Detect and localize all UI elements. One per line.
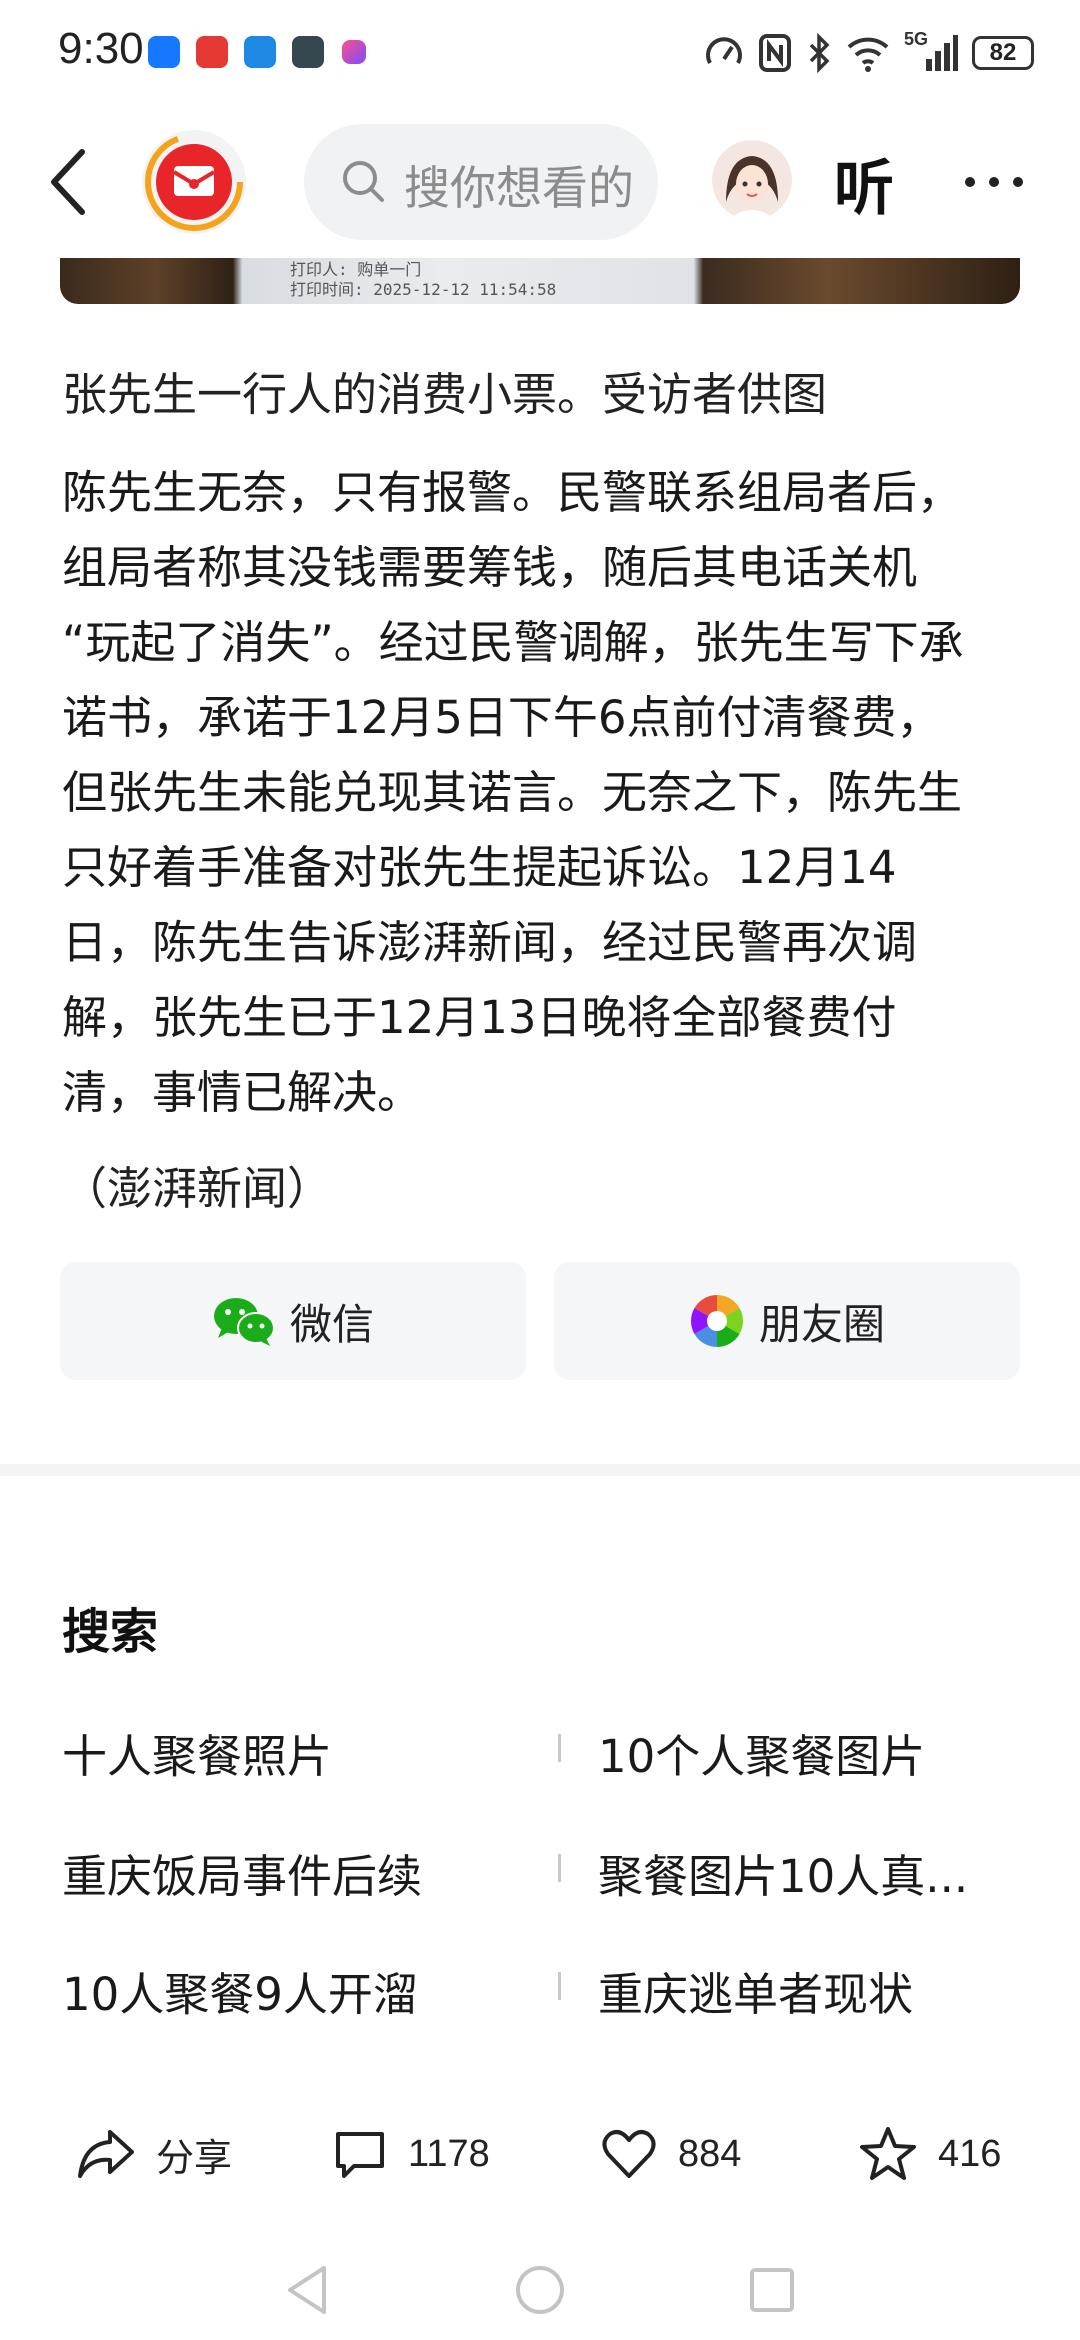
suggestion-divider (558, 1854, 561, 1882)
search-suggestion[interactable]: 十人聚餐照片 (62, 1720, 332, 1785)
more-dots-icon (965, 177, 1023, 187)
like-count: 884 (678, 2132, 742, 2175)
search-input[interactable]: 搜你想看的 (304, 124, 658, 240)
bulb-app-icon (244, 36, 276, 68)
speed-icon (706, 37, 742, 64)
comment-action-button[interactable]: 1178 (332, 2122, 490, 2186)
nav-recents-icon[interactable] (744, 2262, 800, 2318)
article-line: 只好着手准备对张先生提起诉讼。12月14 (62, 841, 897, 894)
receipt-line: 打印人: 购单一门 (290, 260, 422, 279)
avatar-icon (712, 140, 792, 220)
share-action-label: 分享 (156, 2137, 233, 2180)
heart-icon (602, 2130, 656, 2178)
share-moments-button[interactable]: 朋友圈 (554, 1262, 1020, 1380)
system-nav-bar (0, 2240, 1080, 2340)
search-suggestion[interactable]: 重庆逃单者现状 (598, 1958, 913, 2023)
search-placeholder: 搜你想看的 (404, 161, 634, 215)
wifi-icon (847, 37, 889, 72)
article-line: 日，陈先生告诉澎湃新闻，经过民警再次调 (62, 916, 918, 969)
article-line: 清，事情已解决。 (62, 1066, 423, 1119)
suggestion-divider (558, 1734, 561, 1762)
article-line: 诺书，承诺于12月5日下午6点前付清餐费， (62, 691, 942, 744)
listen-button[interactable]: 听 (834, 140, 894, 227)
notification-app-icon (148, 36, 180, 68)
status-icons: 5G 82 (704, 28, 1034, 78)
search-suggestion[interactable]: 10人聚餐9人开溜 (62, 1958, 418, 2023)
share-icon (78, 2130, 134, 2178)
article-line: 陈先生无奈，只有报警。民警联系组局者后， (62, 466, 963, 519)
like-action-button[interactable]: 884 (600, 2122, 741, 2186)
brand-logo[interactable] (140, 128, 248, 236)
favorite-count: 416 (938, 2132, 1002, 2175)
search-suggestion[interactable]: 10个人聚餐图片 (598, 1720, 925, 1785)
status-time: 9:30 (58, 24, 144, 73)
huawei-app-icon (196, 36, 228, 68)
suggestion-divider (558, 1972, 561, 2000)
signal-icon: 5G (904, 29, 958, 73)
comment-count: 1178 (408, 2132, 490, 2175)
nfc-icon (759, 34, 791, 72)
search-suggestion[interactable]: 重庆饭局事件后续 (62, 1840, 422, 1905)
article-line: 组局者称其没钱需要筹钱，随后其电话关机 (62, 541, 918, 594)
share-moments-label: 朋友圈 (758, 1299, 885, 1349)
share-action-button[interactable]: 分享 (76, 2122, 232, 2186)
back-arrow-icon (51, 149, 85, 215)
search-icon (343, 161, 384, 202)
music-app-icon (292, 36, 324, 68)
article-source: （澎湃新闻） (62, 1162, 333, 1215)
article-line: 但张先生未能兑现其诺言。无奈之下，陈先生 (62, 766, 963, 819)
article-body: 陈先生无奈，只有报警。民警联系组局者后， 组局者称其没钱需要筹钱，随后其电话关机… (62, 455, 1028, 1130)
share-wechat-button[interactable]: 微信 (60, 1262, 526, 1380)
search-section-title: 搜索 (62, 1604, 159, 1660)
image-caption: 张先生一行人的消费小票。受访者供图 (62, 368, 828, 421)
share-wechat-label: 微信 (289, 1299, 374, 1349)
battery-indicator: 82 (972, 36, 1034, 70)
nav-back-icon[interactable] (280, 2262, 336, 2318)
receipt-text: 打印人: 购单一门 打印时间: 2025-12-12 11:54:58 (290, 260, 556, 300)
section-divider (0, 1464, 1080, 1476)
comment-icon (336, 2132, 384, 2178)
search-suggestion[interactable]: 聚餐图片10人真... (598, 1840, 968, 1905)
status-bar: 9:30 5G 82 (0, 0, 1080, 106)
wechat-icon (213, 1298, 275, 1346)
article-image[interactable]: 打印人: 购单一门 打印时间: 2025-12-12 11:54:58 (60, 258, 1020, 304)
app-logo-icon (142, 130, 246, 234)
avatar[interactable] (712, 140, 792, 220)
article-line: 解，张先生已于12月13日晚将全部餐费付 (62, 991, 897, 1044)
more-button[interactable] (958, 150, 1030, 210)
bluetooth-icon (809, 33, 830, 73)
back-button[interactable] (40, 140, 100, 224)
moments-icon (691, 1295, 743, 1347)
nav-home-icon[interactable] (512, 2262, 568, 2318)
app-badge-icon (342, 40, 366, 64)
star-icon (860, 2127, 916, 2180)
receipt-line: 打印时间: 2025-12-12 11:54:58 (290, 280, 557, 299)
network-type: 5G (904, 29, 929, 49)
article-line: “玩起了消失”。经过民警调解，张先生写下承 (62, 616, 964, 669)
favorite-action-button[interactable]: 416 (858, 2122, 1001, 2186)
